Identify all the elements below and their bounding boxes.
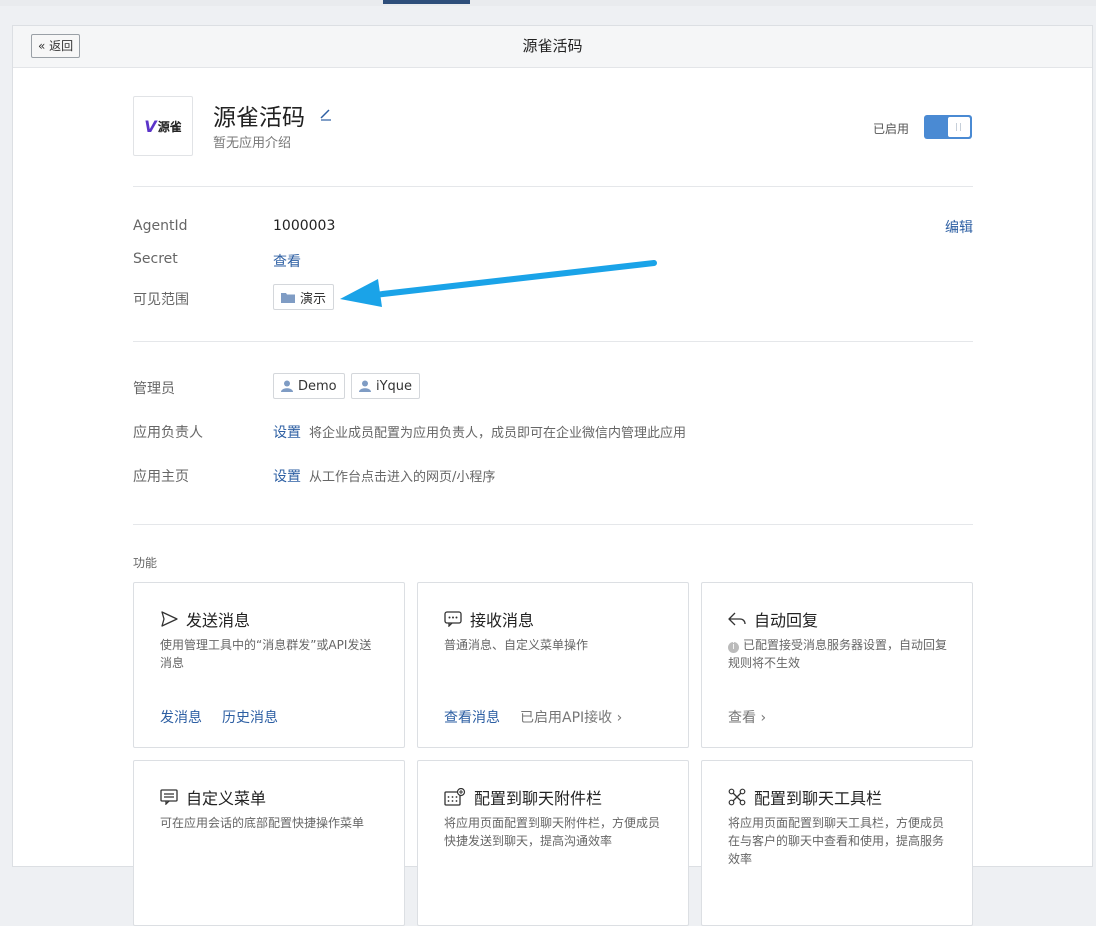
func-card-title: 发送消息 [186, 611, 251, 630]
attachment-bar-icon [444, 788, 466, 806]
admin-tag-label: Demo [298, 378, 337, 394]
func-card-desc: 普通消息、自定义菜单操作 [444, 638, 589, 652]
send-message-link[interactable]: 发消息 [160, 707, 202, 727]
agentid-label: AgentId [133, 218, 188, 234]
app-description: 暂无应用介绍 [213, 136, 292, 151]
func-card-desc: 将应用页面配置到聊天工具栏，方便成员在与客户的聊天中查看和使用，提高服务效率 [728, 816, 945, 866]
visible-range-label: 可见范围 [133, 292, 189, 308]
func-card-desc: 使用管理工具中的“消息群发”或API发送消息 [160, 638, 372, 670]
functions-section-label: 功能 [133, 556, 158, 570]
homepage-set-link[interactable]: 设置 [273, 469, 301, 485]
api-receive-link[interactable]: 已启用API接收 › [520, 707, 622, 727]
homepage-hint: 从工作台点击进入的网页/小程序 [309, 470, 496, 485]
func-card-title: 接收消息 [470, 611, 535, 630]
chat-bubble-icon [444, 611, 462, 627]
visible-range-tag[interactable]: 演示 [273, 284, 335, 310]
menu-icon [160, 789, 178, 805]
func-card-auto-reply[interactable]: 自动回复 i 已配置接受消息服务器设置，自动回复规则将不生效 查看 › [701, 582, 973, 748]
page-title: 源雀活码 [522, 37, 583, 55]
agentid-value: 1000003 [273, 218, 336, 234]
owner-hint: 将企业成员配置为应用负责人，成员即可在企业微信内管理此应用 [309, 426, 687, 441]
homepage-row: 设置 从工作台点击进入的网页/小程序 [273, 466, 495, 486]
folder-icon [281, 292, 295, 303]
func-card-title: 自动回复 [754, 611, 819, 630]
admin-tag-label: iYque [376, 378, 413, 394]
divider [133, 524, 973, 525]
app-detail-panel: 源雀活码 « 返回 V 源雀 源雀活码 暂无应用介绍 已启用 AgentId 1… [12, 25, 1093, 926]
toggle-knob [948, 117, 970, 137]
visible-range-tag-label: 演示 [300, 291, 327, 307]
func-card-title: 自定义菜单 [186, 789, 267, 808]
toolbar-icon [728, 788, 746, 806]
func-card-toolbar[interactable]: 配置到聊天工具栏 将应用页面配置到聊天工具栏，方便成员在与客户的聊天中查看和使用… [701, 760, 973, 926]
admin-tag-iyque[interactable]: iYque [351, 373, 421, 399]
owner-row: 设置 将企业成员配置为应用负责人，成员即可在企业微信内管理此应用 [273, 422, 686, 442]
message-history-link[interactable]: 历史消息 [222, 707, 278, 727]
enable-toggle[interactable] [924, 115, 972, 139]
user-icon [359, 380, 371, 392]
divider [133, 341, 973, 342]
func-card-desc: 可在应用会话的底部配置快捷操作菜单 [160, 816, 365, 830]
admin-tag-demo[interactable]: Demo [273, 373, 345, 399]
view-auto-reply-link[interactable]: 查看 › [728, 707, 766, 727]
func-card-desc-text: 已配置接受消息服务器设置，自动回复规则将不生效 [728, 638, 948, 670]
owner-label: 应用负责人 [133, 425, 203, 441]
send-icon [160, 611, 178, 627]
func-card-title: 配置到聊天附件栏 [474, 789, 603, 808]
func-card-desc: i 已配置接受消息服务器设置，自动回复规则将不生效 [728, 636, 948, 672]
owner-set-link[interactable]: 设置 [273, 425, 301, 441]
app-name: 源雀活码 [213, 105, 305, 131]
view-messages-link[interactable]: 查看消息 [444, 707, 500, 727]
func-card-attachment-bar[interactable]: 配置到聊天附件栏 将应用页面配置到聊天附件栏，方便成员快捷发送到聊天，提高沟通效… [417, 760, 689, 926]
user-icon [281, 380, 293, 392]
func-card-desc: 将应用页面配置到聊天附件栏，方便成员快捷发送到聊天，提高沟通效率 [444, 816, 661, 848]
logo-text: 源雀 [157, 119, 182, 134]
info-icon: i [728, 642, 739, 653]
secret-view-link[interactable]: 查看 [273, 251, 301, 271]
status-label: 已启用 [873, 122, 910, 136]
secret-label: Secret [133, 251, 178, 267]
edit-pencil-icon[interactable] [318, 106, 334, 122]
func-card-title: 配置到聊天工具栏 [754, 789, 883, 808]
app-logo: V 源雀 [133, 96, 193, 156]
func-card-receive-message[interactable]: 接收消息 普通消息、自定义菜单操作 查看消息 已启用API接收 › [417, 582, 689, 748]
homepage-label: 应用主页 [133, 469, 189, 485]
active-tab-indicator [383, 0, 470, 4]
logo-mark-icon: V [144, 116, 157, 136]
reply-icon [728, 611, 746, 627]
func-card-send-message[interactable]: 发送消息 使用管理工具中的“消息群发”或API发送消息 发消息 历史消息 [133, 582, 405, 748]
admins-label: 管理员 [133, 381, 175, 397]
top-tab-strip [0, 0, 1096, 6]
annotation-arrow [340, 260, 657, 307]
divider [133, 186, 973, 187]
edit-link[interactable]: 编辑 [945, 217, 973, 237]
panel-header: 源雀活码 « 返回 [13, 26, 1092, 68]
back-button[interactable]: « 返回 [31, 34, 81, 58]
func-card-custom-menu[interactable]: 自定义菜单 可在应用会话的底部配置快捷操作菜单 [133, 760, 405, 926]
